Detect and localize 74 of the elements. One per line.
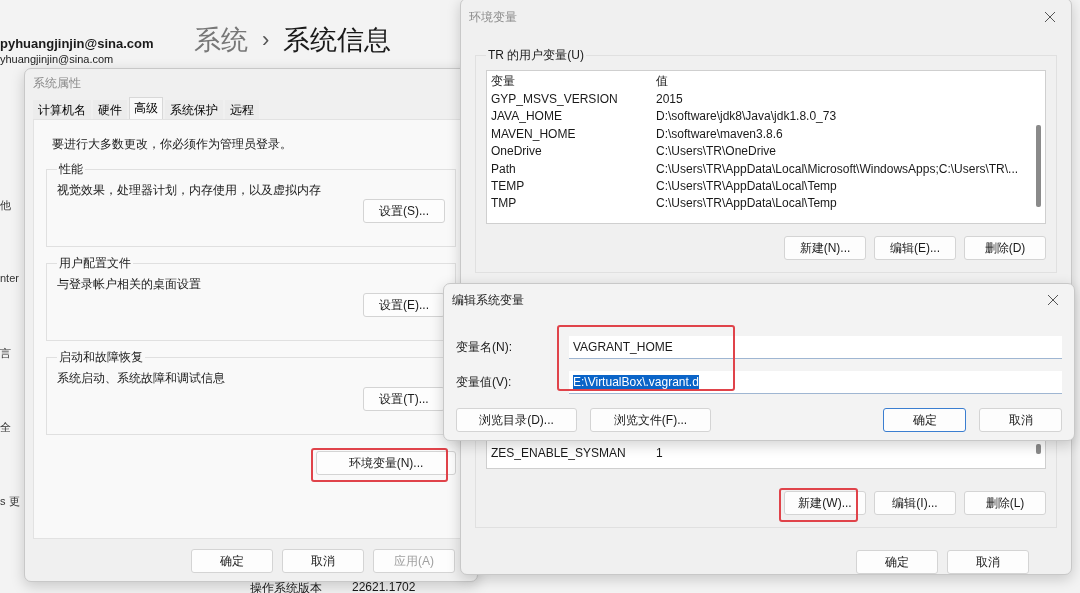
- variable-value[interactable]: C:\Users\TR\AppData\Local\Microsoft\WindowsApps;C:\Users\TR\...: [656, 161, 1029, 176]
- sidebar-text: 言: [0, 346, 12, 361]
- breadcrumb-item: 系统信息: [283, 24, 392, 57]
- group-title: 用户配置文件: [58, 255, 132, 272]
- variable-value[interactable]: C:\Users\TR\AppData\Local\Temp: [656, 179, 1029, 194]
- info-label: 操作系统版本: [250, 580, 322, 593]
- window-title: 编辑系统变量: [452, 291, 524, 309]
- field-label: 变量名(N):: [456, 339, 513, 356]
- settings-button[interactable]: 设置(T)...: [363, 387, 445, 411]
- notice-text: 要进行大多数更改，你必须作为管理员登录。: [52, 136, 293, 153]
- group-description: 系统启动、系统故障和调试信息: [57, 370, 226, 387]
- account-name: pyhuangjinjin@sina.com: [0, 36, 154, 51]
- info-value: 22621.1702: [352, 580, 416, 593]
- window-title: 系统属性: [33, 74, 81, 92]
- close-icon: [1044, 11, 1056, 23]
- dialog-button[interactable]: 确定: [856, 550, 938, 574]
- variable-value[interactable]: D:\software\maven3.8.6: [656, 126, 1029, 141]
- input-field[interactable]: E:\VirtualBox\.vagrant.d: [569, 371, 1062, 394]
- dialog-button[interactable]: 取消: [947, 550, 1029, 574]
- scrollbar-thumb[interactable]: [1036, 125, 1041, 207]
- sidebar-text: nter: [0, 272, 20, 286]
- field-label: 变量值(V):: [456, 374, 513, 391]
- tab[interactable]: 硬件: [93, 100, 127, 119]
- group-description: 视觉效果，处理器计划，内存使用，以及虚拟内存: [57, 182, 322, 199]
- variable-name[interactable]: GYP_MSVS_VERSION: [491, 92, 656, 107]
- variable-value[interactable]: C:\Users\TR\AppData\Local\Temp: [656, 196, 1029, 211]
- window-title: 环境变量: [469, 8, 517, 26]
- variable-name[interactable]: ZES_ENABLE_SYSMAN: [491, 445, 656, 460]
- account-email: yhuangjinjin@sina.com: [0, 53, 115, 65]
- variable-name[interactable]: TMP: [491, 196, 656, 211]
- browse-button[interactable]: 浏览目录(D)...: [456, 408, 577, 432]
- dialog-button[interactable]: 取消: [979, 408, 1062, 432]
- variable-value[interactable]: 2015: [656, 92, 1029, 107]
- list-button[interactable]: 新建(W)...: [784, 491, 866, 515]
- variable-value[interactable]: C:\Users\TR\OneDrive: [656, 144, 1029, 159]
- environment-variables-button[interactable]: 环境变量(N)...: [316, 451, 456, 475]
- column-header[interactable]: 值: [656, 73, 1029, 91]
- dialog-button[interactable]: 确定: [883, 408, 966, 432]
- list-button[interactable]: 新建(N)...: [784, 236, 866, 260]
- list-button[interactable]: 删除(L): [964, 491, 1046, 515]
- sidebar-text: 他: [0, 198, 12, 213]
- variable-name[interactable]: JAVA_HOME: [491, 109, 656, 124]
- variable-value[interactable]: D:\software\jdk8\Java\jdk1.8.0_73: [656, 109, 1029, 124]
- breadcrumb-item[interactable]: 系统: [194, 22, 248, 58]
- browse-button[interactable]: 浏览文件(F)...: [590, 408, 711, 432]
- tab[interactable]: 计算机名: [33, 100, 91, 119]
- input-field[interactable]: VAGRANT_HOME: [569, 336, 1062, 359]
- tab[interactable]: 系统保护: [165, 100, 223, 119]
- variable-name[interactable]: TEMP: [491, 179, 656, 194]
- field-value: VAGRANT_HOME: [573, 340, 673, 354]
- column-header[interactable]: 变量: [491, 73, 656, 91]
- settings-button[interactable]: 设置(S)...: [363, 199, 445, 223]
- sidebar-text: 全: [0, 420, 12, 435]
- scrollbar-thumb[interactable]: [1036, 444, 1041, 454]
- dialog-button[interactable]: 取消: [282, 549, 364, 573]
- group-title: 性能: [58, 161, 84, 178]
- sidebar-text: s 更: [0, 494, 21, 509]
- tab[interactable]: 远程: [225, 100, 259, 119]
- list-button[interactable]: 编辑(E)...: [874, 236, 956, 260]
- breadcrumb-separator: ›: [262, 27, 270, 53]
- group-description: 与登录帐户相关的桌面设置: [57, 276, 202, 293]
- variable-name[interactable]: Path: [491, 161, 656, 176]
- close-icon: [1047, 294, 1059, 306]
- group-title: TR 的用户变量(U): [487, 47, 585, 64]
- variable-value[interactable]: 1: [656, 445, 1029, 460]
- field-value: E:\VirtualBox\.vagrant.d: [573, 375, 699, 389]
- dialog-button[interactable]: 确定: [191, 549, 273, 573]
- variable-name[interactable]: OneDrive: [491, 144, 656, 159]
- list-button[interactable]: 编辑(I)...: [874, 491, 956, 515]
- variable-name[interactable]: MAVEN_HOME: [491, 126, 656, 141]
- tab[interactable]: 高级: [129, 97, 163, 119]
- settings-button[interactable]: 设置(E)...: [363, 293, 445, 317]
- group-title: 启动和故障恢复: [58, 349, 144, 366]
- list-button[interactable]: 删除(D): [964, 236, 1046, 260]
